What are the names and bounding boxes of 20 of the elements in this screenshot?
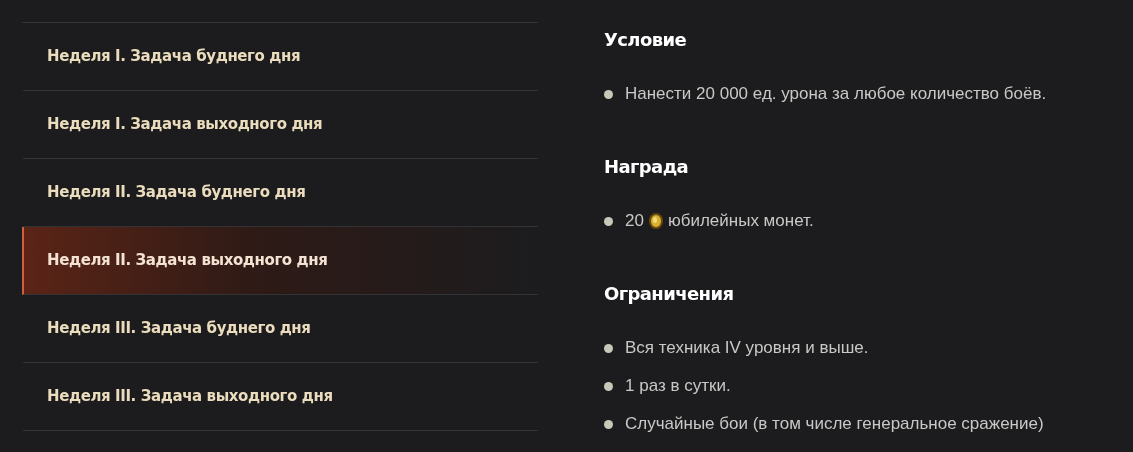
bullet-icon: [604, 419, 613, 429]
task-tab[interactable]: Неделя I. Задача буднего дня: [22, 23, 538, 91]
bullet-icon: [604, 343, 613, 353]
list-text: 1 раз в сутки.: [625, 375, 731, 398]
bullet-icon: [604, 89, 613, 99]
bullet-icon: [604, 216, 613, 226]
section-heading: Условие: [604, 28, 688, 52]
reward-text: юбилейных монет.: [667, 210, 814, 233]
task-tab[interactable]: Неделя II. Задача выходного дня: [22, 227, 538, 295]
coin-icon: [647, 212, 664, 230]
task-tab[interactable]: Неделя III. Задача буднего дня: [22, 295, 538, 363]
bullet-icon: [604, 381, 613, 391]
list-text: Случайные бои (в том числе генеральное сражение): [625, 413, 1044, 436]
list-text: Нанести 20 000 ед. урона за любое количество боёв.: [625, 83, 1047, 106]
task-tab[interactable]: Неделя I. Задача выходного дня: [22, 91, 538, 159]
section-heading: Награда: [604, 155, 690, 179]
list-text: Вся техника IV уровня и выше.: [625, 337, 869, 360]
reward-amount: 20: [625, 210, 644, 233]
section-heading: Ограничения: [604, 282, 735, 306]
task-tab[interactable]: Неделя III. Задача выходного дня: [22, 363, 538, 431]
